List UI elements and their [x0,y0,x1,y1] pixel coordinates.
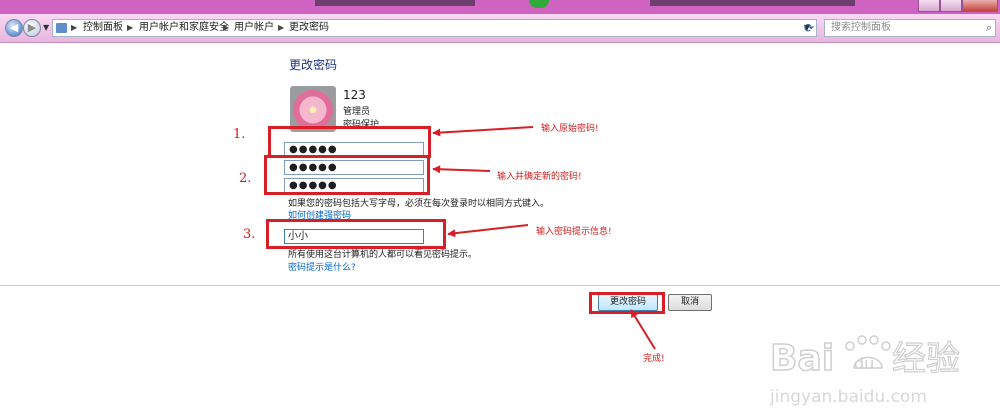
annotation-arrow-1 [432,126,534,137]
baidu-jingyan-watermark: Bai du 经验 jingyan.baidu.com [769,335,961,407]
annotation-label-3: 输入密码提示信息! [536,227,612,237]
svg-text:jingyan.baidu.com: jingyan.baidu.com [769,387,927,407]
annotation-arrow-3 [447,224,529,238]
annotation-label-done: 完成! [643,354,665,364]
annotation-label-1: 输入原始密码! [541,124,599,134]
svg-text:经验: 经验 [892,339,960,379]
svg-text:Bai: Bai [770,338,834,379]
annotation-arrow-done [630,309,656,350]
annotation-label-2: 输入并确定新的密码! [497,172,582,182]
svg-text:du: du [854,354,874,373]
annotation-arrow-2 [432,165,491,174]
